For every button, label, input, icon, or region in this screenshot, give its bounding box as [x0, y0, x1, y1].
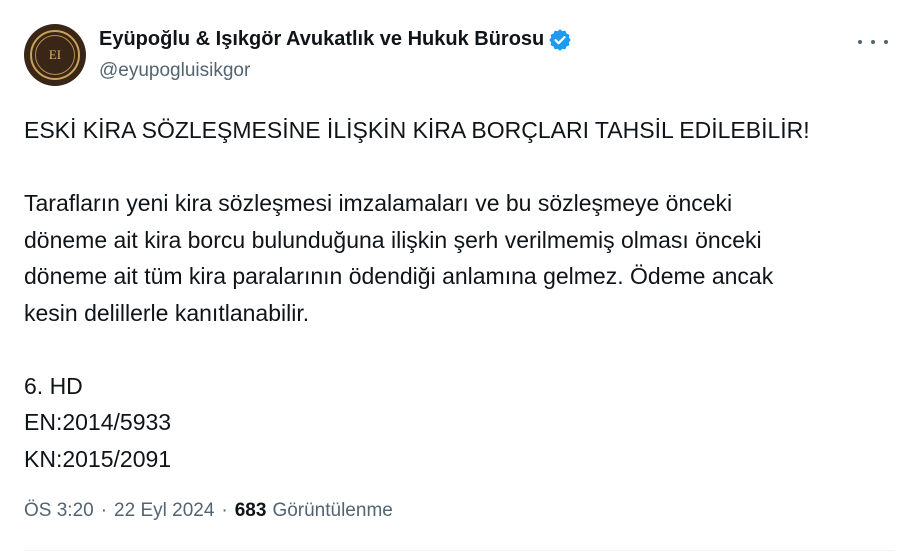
author-handle[interactable]: @eyupogluisikgor [99, 60, 250, 82]
verified-badge-icon[interactable] [549, 28, 572, 51]
more-horizontal-icon [858, 40, 862, 44]
tweet-ref-line: KN:2015/2091 [24, 445, 172, 472]
tweet-date[interactable]: 22 Eyl 2024 [114, 500, 214, 522]
author-name-row: Eyüpoğlu & Işıkgör Avukatlık ve Hukuk Bü… [99, 28, 572, 51]
divider [24, 550, 894, 551]
tweet-card: EI Eyüpoğlu & Işıkgör Avukatlık ve Hukuk… [0, 0, 916, 554]
more-horizontal-icon-dot [884, 40, 888, 44]
tweet-ref-line: EN:2014/5933 [24, 409, 172, 435]
avatar-ring: EI [30, 30, 80, 80]
views-label[interactable]: Görüntülenme [272, 500, 392, 522]
views-count[interactable]: 683 [235, 500, 267, 522]
avatar[interactable]: EI [24, 24, 86, 86]
author-display-name[interactable]: Eyüpoğlu & Işıkgör Avukatlık ve Hukuk Bü… [99, 28, 544, 51]
more-horizontal-icon-dot [871, 40, 875, 44]
tweet-body-line: Tarafların yeni kira sözleşmesi imzalama… [24, 190, 733, 216]
tweet-body-line: kesin delillerle kanıtlanabilir. [24, 299, 310, 326]
tweet-meta: ÖS 3:20 · 22 Eyl 2024 · 683 Görüntülenme [24, 500, 393, 522]
tweet-ref-line: 6. HD [24, 372, 83, 399]
meta-separator: · [100, 500, 108, 521]
meta-separator: · [221, 500, 228, 521]
more-options-button[interactable] [858, 30, 888, 54]
avatar-monogram: EI [35, 35, 75, 75]
tweet-headline: ESKİ KİRA SÖZLEŞMESİNE İLİŞKİN KİRA BORÇ… [24, 117, 810, 143]
tweet-body-line: döneme ait tüm kira paralarının ödendiği… [24, 263, 774, 289]
tweet-text: ESKİ KİRA SÖZLEŞMESİNE İLİŞKİN KİRA BORÇ… [24, 112, 894, 477]
tweet-body-line: döneme ait kira borcu bulunduğuna ilişki… [24, 226, 762, 253]
tweet-time[interactable]: ÖS 3:20 [24, 500, 94, 522]
